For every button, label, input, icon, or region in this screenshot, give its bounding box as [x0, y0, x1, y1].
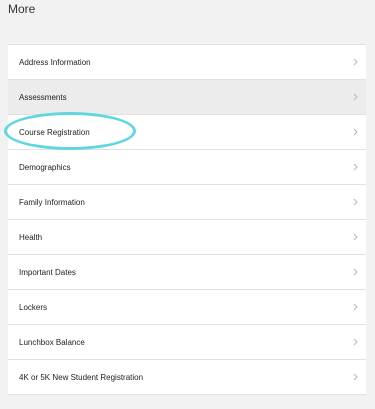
menu-item-label: Health [19, 232, 43, 242]
chevron-right-icon [353, 185, 358, 219]
menu-item-important-dates[interactable]: Important Dates [8, 255, 366, 290]
menu-item-address-information[interactable]: Address Information [8, 45, 366, 80]
menu-item-label: Course Registration [19, 127, 90, 137]
menu-item-lunchbox-balance[interactable]: Lunchbox Balance [8, 325, 366, 360]
chevron-right-icon [353, 115, 358, 149]
menu-item-label: Important Dates [19, 267, 76, 277]
chevron-right-icon [353, 255, 358, 289]
chevron-right-icon [353, 150, 358, 184]
chevron-right-icon [353, 325, 358, 359]
menu-list: Address Information Assessments Course R… [8, 44, 366, 395]
menu-item-label: Demographics [19, 162, 71, 172]
menu-item-health[interactable]: Health [8, 220, 366, 255]
chevron-right-icon [353, 80, 358, 114]
page-title: More [8, 2, 36, 16]
chevron-right-icon [353, 45, 358, 79]
menu-item-assessments[interactable]: Assessments [8, 80, 366, 115]
menu-item-lockers[interactable]: Lockers [8, 290, 366, 325]
menu-item-label: Assessments [19, 92, 67, 102]
menu-item-new-student-registration[interactable]: 4K or 5K New Student Registration [8, 360, 366, 395]
menu-item-course-registration[interactable]: Course Registration [8, 115, 366, 150]
menu-item-label: Family Information [19, 197, 85, 207]
chevron-right-icon [353, 360, 358, 394]
menu-item-label: Lockers [19, 302, 48, 312]
menu-item-label: Address Information [19, 57, 91, 67]
chevron-right-icon [353, 290, 358, 324]
menu-item-family-information[interactable]: Family Information [8, 185, 366, 220]
menu-item-label: 4K or 5K New Student Registration [19, 372, 144, 382]
menu-item-label: Lunchbox Balance [19, 337, 85, 347]
menu-item-demographics[interactable]: Demographics [8, 150, 366, 185]
chevron-right-icon [353, 220, 358, 254]
